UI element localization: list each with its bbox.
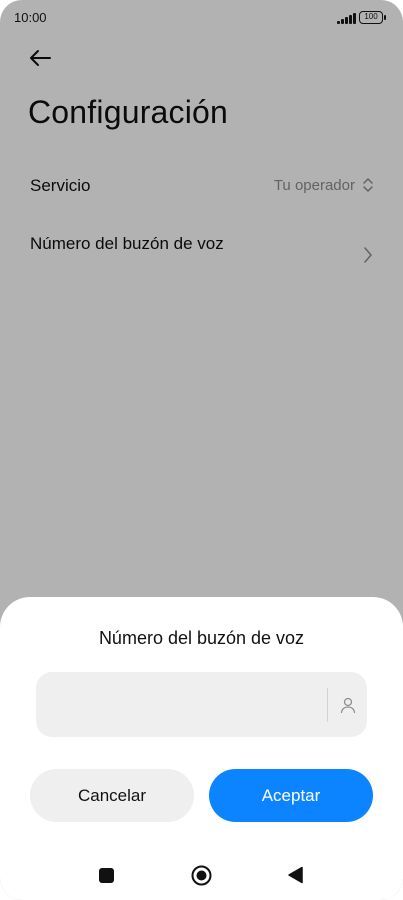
contact-person-icon[interactable] <box>339 696 357 714</box>
input-divider <box>327 688 328 722</box>
status-bar: 10:00 100 <box>0 0 403 36</box>
back-triangle-icon[interactable] <box>287 866 303 884</box>
signal-icon <box>337 12 357 24</box>
recent-apps-square-icon[interactable] <box>99 868 114 883</box>
voicemail-input-box[interactable] <box>36 672 367 739</box>
voicemail-dialog: Número del buzón de voz Cancelar Aceptar <box>0 597 403 900</box>
cancel-button[interactable]: Cancelar <box>30 769 194 822</box>
accept-button[interactable]: Aceptar <box>209 769 373 822</box>
home-circle-icon[interactable] <box>191 865 212 886</box>
battery-icon: 100 <box>359 11 386 24</box>
phone-screen: Configuración Servicio Tu operador Númer… <box>0 0 403 900</box>
camera-notch <box>170 0 233 22</box>
dialog-title: Número del buzón de voz <box>98 628 305 648</box>
voicemail-number-input[interactable] <box>52 672 326 739</box>
status-time: 10:00 <box>14 10 47 25</box>
